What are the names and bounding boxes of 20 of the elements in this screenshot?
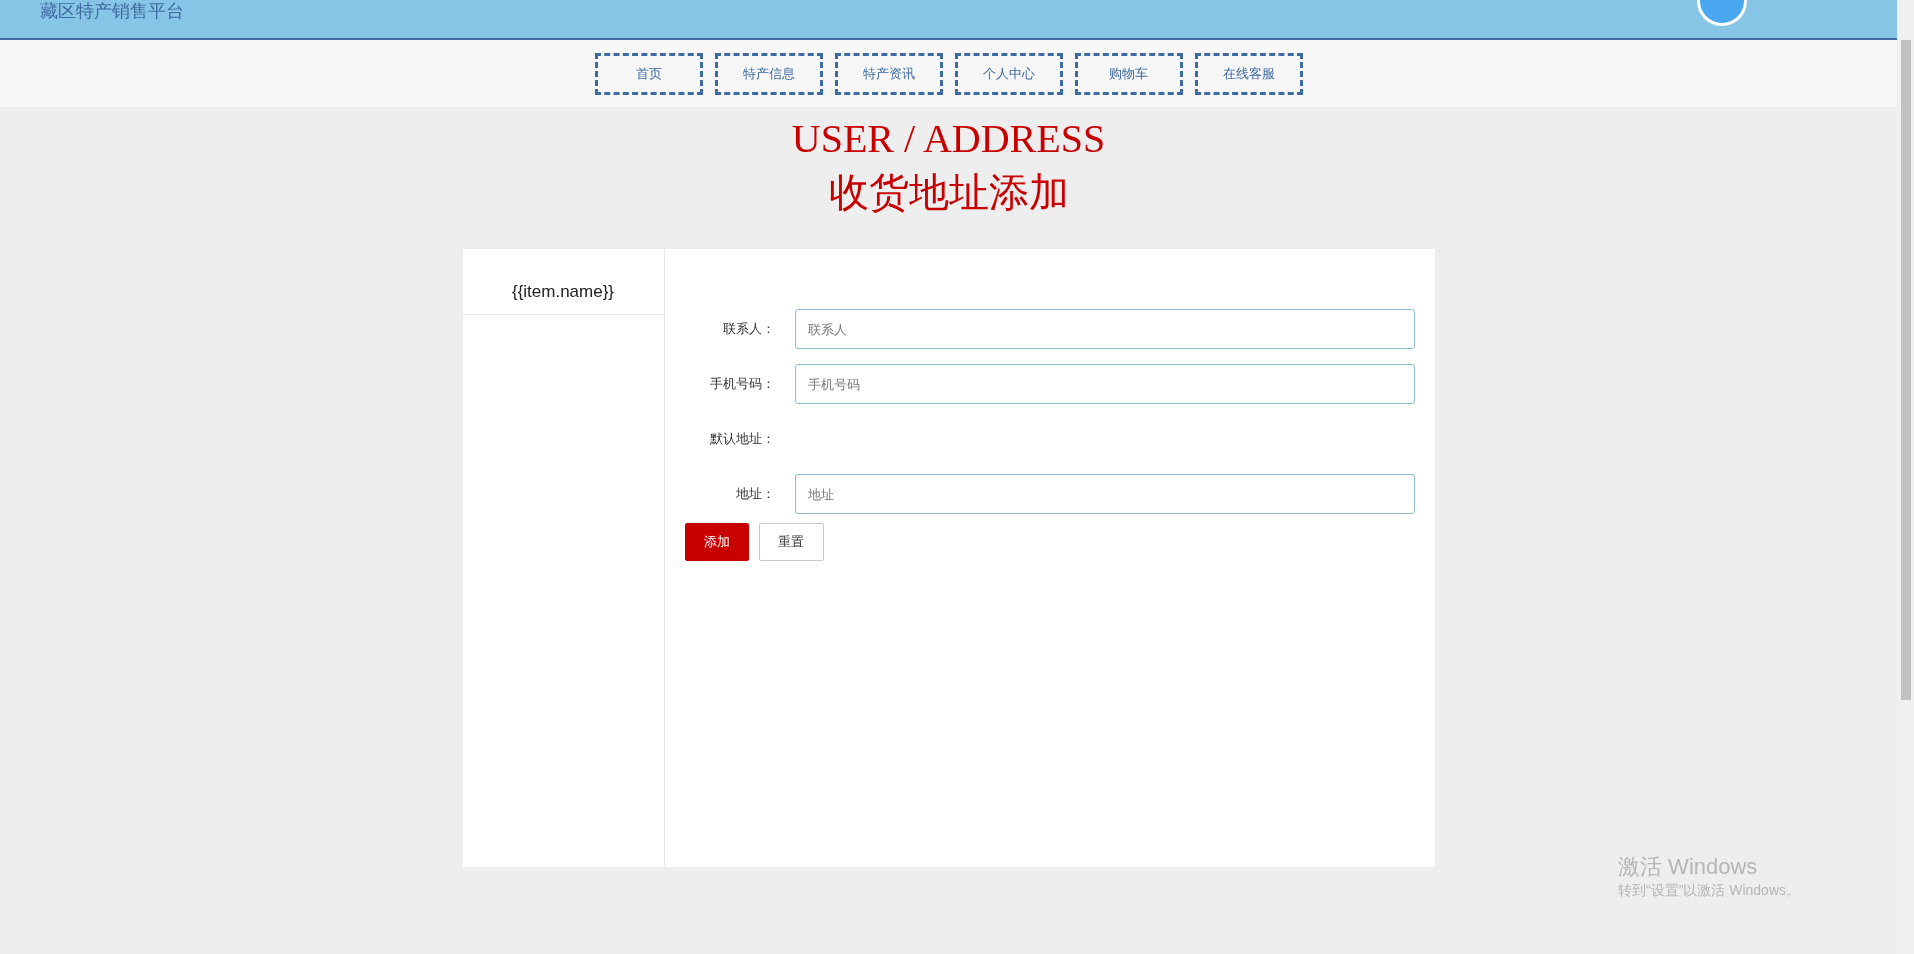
- nav-link[interactable]: 个人中心: [954, 52, 1063, 95]
- reset-button[interactable]: 重置: [758, 523, 824, 561]
- page-heading: USER / ADDRESS: [791, 115, 1106, 163]
- sidebar-item[interactable]: {{item.name}}: [462, 269, 664, 315]
- nav-link[interactable]: 特产信息: [714, 52, 823, 95]
- add-button[interactable]: 添加: [684, 523, 749, 561]
- nav-link[interactable]: 首页: [594, 52, 703, 95]
- nav-link[interactable]: 特产资讯: [834, 52, 943, 95]
- text-field[interactable]: 联系人: [794, 309, 1415, 349]
- field-label: 手机号码：: [708, 375, 775, 394]
- nav-link[interactable]: 购物车: [1074, 52, 1183, 95]
- activation-title: 激活 Windows: [1618, 854, 1759, 880]
- field-label: 默认地址：: [708, 430, 775, 449]
- field-label: 地址：: [734, 485, 775, 504]
- page-subheading: 收货地址添加: [828, 169, 1069, 217]
- field-label: 联系人：: [721, 320, 775, 339]
- text-field[interactable]: 手机号码: [794, 364, 1415, 404]
- nav-link[interactable]: 在线客服: [1194, 52, 1303, 95]
- text-field[interactable]: 地址: [794, 474, 1415, 514]
- site-title: 藏区特产销售平台: [40, 0, 184, 23]
